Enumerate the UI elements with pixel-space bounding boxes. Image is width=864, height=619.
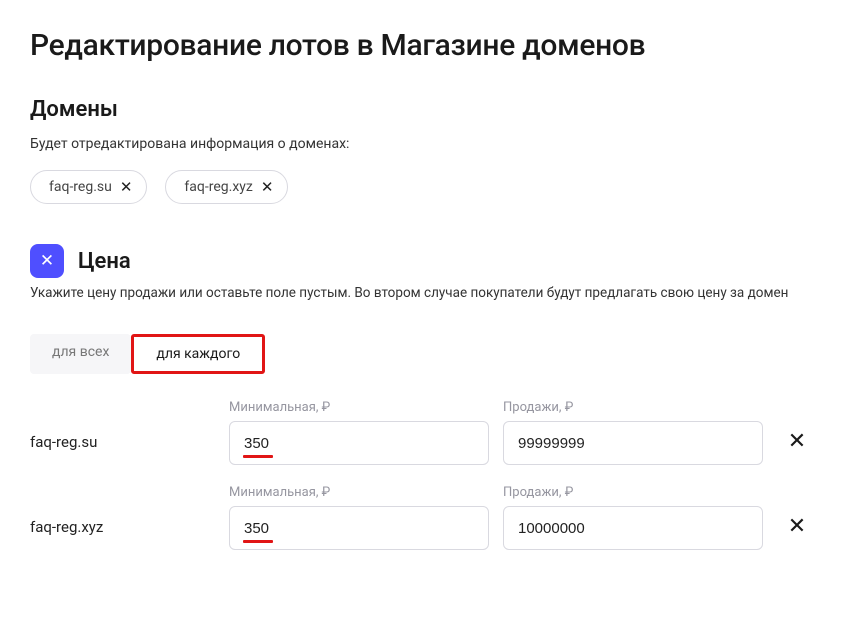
price-section-desc: Укажите цену продажи или оставьте поле п… <box>30 284 834 302</box>
page-title: Редактирование лотов в Магазине доменов <box>30 28 834 63</box>
sale-price-label: Продажи, ₽ <box>503 400 763 415</box>
domains-section-title: Домены <box>30 97 834 122</box>
sale-price-input[interactable] <box>503 506 763 550</box>
price-rows: faq-reg.su Минимальная, ₽ Продажи, ₽ ✕ f… <box>30 400 834 550</box>
domain-chip-label: faq-reg.xyz <box>184 179 252 195</box>
price-header: ✕ Цена <box>30 244 834 278</box>
price-mode-tabs: для всех для каждого <box>30 334 834 374</box>
close-icon: ✕ <box>788 514 806 539</box>
domain-chip[interactable]: faq-reg.su ✕ <box>30 170 147 204</box>
min-price-input[interactable] <box>229 506 489 550</box>
domain-chips-row: faq-reg.su ✕ faq-reg.xyz ✕ <box>30 170 834 204</box>
price-section-close-button[interactable]: ✕ <box>30 244 64 278</box>
price-row: faq-reg.xyz Минимальная, ₽ Продажи, ₽ ✕ <box>30 485 834 550</box>
close-icon[interactable]: ✕ <box>120 180 133 195</box>
price-row: faq-reg.su Минимальная, ₽ Продажи, ₽ ✕ <box>30 400 834 465</box>
sale-price-label: Продажи, ₽ <box>503 485 763 500</box>
tab-for-each[interactable]: для каждого <box>131 334 265 374</box>
sale-price-input[interactable] <box>503 421 763 465</box>
close-icon: ✕ <box>788 429 806 454</box>
row-domain-label: faq-reg.xyz <box>30 500 215 536</box>
domain-chip[interactable]: faq-reg.xyz ✕ <box>165 170 288 204</box>
delete-row-button[interactable]: ✕ <box>777 498 817 538</box>
price-section-title: Цена <box>78 249 131 274</box>
close-icon[interactable]: ✕ <box>261 180 274 195</box>
domains-section-desc: Будет отредактирована информация о домен… <box>30 136 834 152</box>
domain-chip-label: faq-reg.su <box>49 179 112 195</box>
tab-for-all[interactable]: для всех <box>30 334 131 374</box>
min-price-label: Минимальная, ₽ <box>229 400 489 415</box>
row-domain-label: faq-reg.su <box>30 415 215 451</box>
delete-row-button[interactable]: ✕ <box>777 413 817 453</box>
close-icon: ✕ <box>40 251 54 271</box>
min-price-label: Минимальная, ₽ <box>229 485 489 500</box>
min-price-input[interactable] <box>229 421 489 465</box>
